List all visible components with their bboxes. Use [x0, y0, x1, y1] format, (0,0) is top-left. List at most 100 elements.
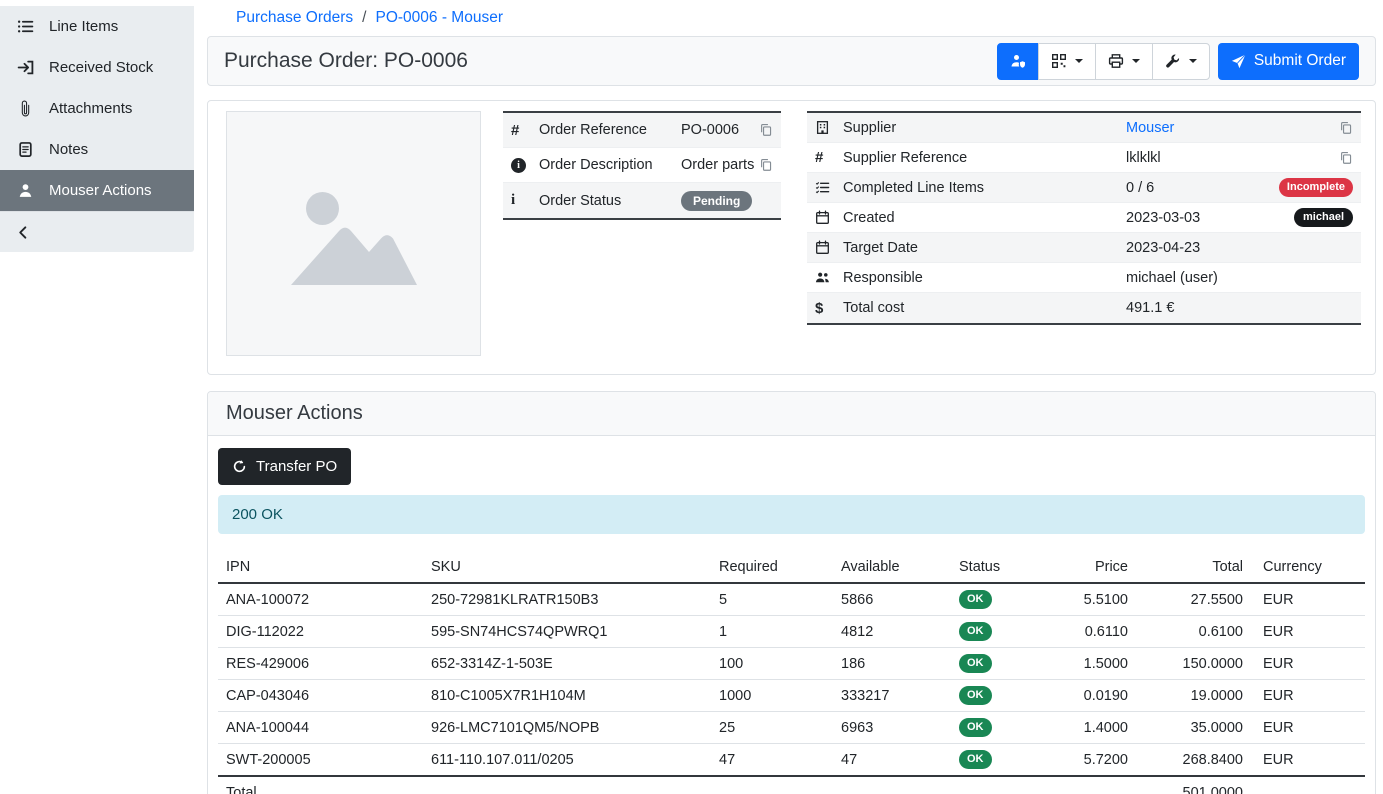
detail-row-order-description: i Order Description Order parts	[503, 148, 781, 183]
cell-available: 47	[833, 744, 951, 777]
sidebar-item-received-stock[interactable]: Received Stock	[0, 47, 194, 88]
detail-label: Supplier Reference	[843, 150, 1126, 166]
order-image-placeholder[interactable]	[226, 111, 481, 356]
print-actions-button[interactable]	[1095, 43, 1153, 80]
detail-value: 0 / 6	[1126, 180, 1154, 196]
detail-label: Completed Line Items	[843, 180, 1126, 196]
app-root: Line Items Received Stock Attachments No…	[0, 0, 1383, 794]
copy-button[interactable]	[1339, 151, 1353, 165]
info-filled-icon: i	[511, 158, 539, 173]
cell-required: 47	[711, 744, 833, 777]
order-details-card: # Order Reference PO-0006 i Order Descri…	[207, 100, 1376, 375]
total-label: Total	[218, 776, 1136, 794]
caret-down-icon	[1075, 59, 1083, 63]
col-header-available: Available	[833, 552, 951, 583]
detail-row-supplier: Supplier Mouser	[807, 113, 1361, 143]
table-row: ANA-100044 926-LMC7101QM5/NOPB 25 6963 O…	[218, 712, 1365, 744]
cell-sku: 595-SN74HCS74QPWRQ1	[423, 616, 711, 648]
cell-sku: 250-72981KLRATR150B3	[423, 583, 711, 616]
table-footer-row: Total 501.0000	[218, 776, 1365, 794]
table-header-row: IPN SKU Required Available Status Price …	[218, 552, 1365, 583]
cell-available: 5866	[833, 583, 951, 616]
breadcrumb: Purchase Orders / PO-0006 - Mouser	[207, 6, 1376, 36]
detail-value: PO-0006	[681, 122, 739, 138]
refresh-icon	[232, 459, 247, 474]
detail-label: Created	[843, 210, 1126, 226]
cell-price: 0.6110	[1051, 616, 1136, 648]
table-row: CAP-043046 810-C1005X7R1H104M 1000 33321…	[218, 680, 1365, 712]
hash-icon: #	[815, 149, 843, 166]
detail-row-total-cost: $ Total cost 491.1 €	[807, 293, 1361, 323]
sidebar-item-label: Attachments	[49, 100, 132, 117]
copy-button[interactable]	[759, 123, 773, 137]
cell-total: 268.8400	[1136, 744, 1251, 777]
printer-icon	[1108, 53, 1124, 69]
detail-value: michael (user)	[1126, 270, 1218, 286]
panel-title: Mouser Actions	[226, 402, 1357, 425]
status-alert: 200 OK	[218, 495, 1365, 534]
transfer-po-button[interactable]: Transfer PO	[218, 448, 351, 485]
incomplete-badge: Incomplete	[1279, 178, 1353, 197]
breadcrumb-link-current-order[interactable]: PO-0006 - Mouser	[375, 9, 503, 27]
cell-status: OK	[951, 648, 1051, 680]
user-icon	[17, 182, 34, 199]
supplier-link[interactable]: Mouser	[1126, 120, 1174, 136]
submit-order-button[interactable]: Submit Order	[1218, 43, 1359, 80]
sidebar-item-attachments[interactable]: Attachments	[0, 88, 194, 129]
sign-in-icon	[17, 59, 34, 76]
cell-ipn: SWT-200005	[218, 744, 423, 777]
cell-sku: 611-110.107.011/0205	[423, 744, 711, 777]
detail-value: 2023-03-03	[1126, 210, 1200, 226]
info-icon: i	[511, 192, 539, 209]
col-header-required: Required	[711, 552, 833, 583]
order-status-badge: Pending	[681, 191, 752, 211]
user-actions-button[interactable]	[997, 43, 1039, 80]
cell-total: 27.5500	[1136, 583, 1251, 616]
sidebar-item-notes[interactable]: Notes	[0, 129, 194, 170]
detail-row-order-status: i Order Status Pending	[503, 183, 781, 218]
col-header-ipn: IPN	[218, 552, 423, 583]
sidebar-item-label: Received Stock	[49, 59, 153, 76]
cell-required: 5	[711, 583, 833, 616]
detail-value: 2023-04-23	[1126, 240, 1200, 256]
cell-status: OK	[951, 712, 1051, 744]
col-header-price: Price	[1051, 552, 1136, 583]
barcode-actions-button[interactable]	[1038, 43, 1096, 80]
order-actions-button[interactable]	[1152, 43, 1210, 80]
page-header: Purchase Order: PO-0006	[207, 36, 1376, 86]
col-header-currency: Currency	[1251, 552, 1365, 583]
cell-ipn: CAP-043046	[218, 680, 423, 712]
caret-down-icon	[1132, 59, 1140, 63]
cell-sku: 926-LMC7101QM5/NOPB	[423, 712, 711, 744]
cell-total: 19.0000	[1136, 680, 1251, 712]
total-spacer	[1251, 776, 1365, 794]
cell-required: 1	[711, 616, 833, 648]
submit-order-label: Submit Order	[1254, 52, 1346, 70]
cell-available: 333217	[833, 680, 951, 712]
cell-ipn: ANA-100044	[218, 712, 423, 744]
sidebar-item-mouser-actions[interactable]: Mouser Actions	[0, 170, 194, 211]
detail-label: Order Reference	[539, 122, 681, 138]
copy-icon	[1339, 151, 1353, 165]
copy-button[interactable]	[759, 158, 773, 172]
cell-currency: EUR	[1251, 616, 1365, 648]
sidebar-item-line-items[interactable]: Line Items	[0, 6, 194, 47]
cell-status: OK	[951, 616, 1051, 648]
cell-sku: 810-C1005X7R1H104M	[423, 680, 711, 712]
cell-currency: EUR	[1251, 648, 1365, 680]
breadcrumb-link-purchase-orders[interactable]: Purchase Orders	[236, 9, 353, 27]
cell-ipn: DIG-112022	[218, 616, 423, 648]
cell-status: OK	[951, 744, 1051, 777]
detail-row-completed-line-items: Completed Line Items 0 / 6 Incomplete	[807, 173, 1361, 203]
sidebar-collapse-button[interactable]	[0, 211, 194, 252]
col-header-total: Total	[1136, 552, 1251, 583]
cell-available: 6963	[833, 712, 951, 744]
cell-currency: EUR	[1251, 744, 1365, 777]
copy-button[interactable]	[1339, 121, 1353, 135]
cell-available: 186	[833, 648, 951, 680]
checklist-icon	[815, 180, 843, 195]
detail-value: lklklkl	[1126, 150, 1161, 166]
status-ok-badge: OK	[959, 654, 992, 673]
detail-row-responsible: Responsible michael (user)	[807, 263, 1361, 293]
cell-price: 1.5000	[1051, 648, 1136, 680]
